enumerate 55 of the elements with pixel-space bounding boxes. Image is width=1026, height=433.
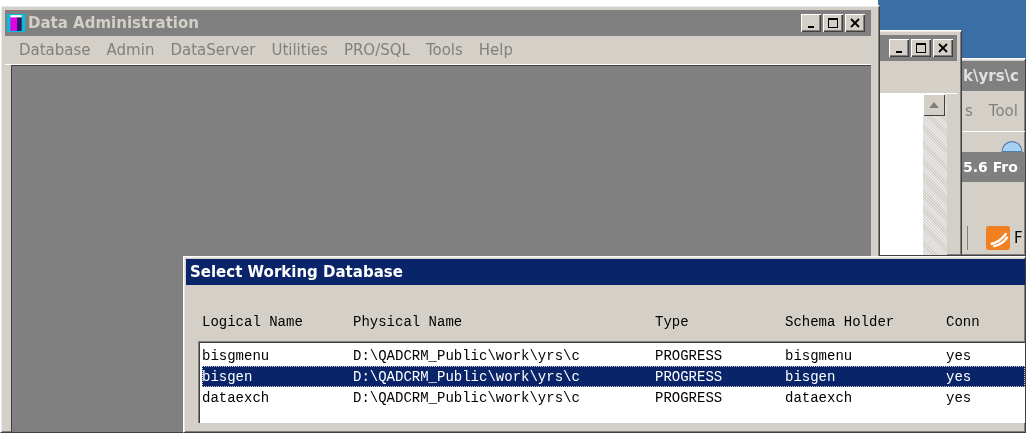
- minimize-button[interactable]: [801, 14, 821, 32]
- list-cell-text: bisgmenu: [785, 347, 854, 364]
- maximize-icon: [916, 43, 926, 53]
- close-icon: [850, 18, 860, 28]
- list-row[interactable]: dataexch D:\QADCRM_Public\work\yrs\c PROGRESS dataexch yes: [202, 387, 1025, 408]
- list-cell-text: PROGRESS: [655, 347, 724, 364]
- menu-item[interactable]: Tools: [425, 41, 463, 59]
- scroll-up-button[interactable]: [923, 94, 945, 116]
- menu-item[interactable]: Tool: [988, 102, 1018, 120]
- list-cell-text: dataexch: [202, 389, 271, 406]
- maximize-icon: [828, 18, 838, 28]
- list-cell-text: dataexch: [785, 389, 854, 406]
- item-label: F: [1014, 229, 1023, 247]
- database-icon: [7, 14, 25, 32]
- dialog-title: Select Working Database: [186, 259, 1025, 285]
- menu-item[interactable]: PRO/SQL: [343, 41, 410, 59]
- column-header: Schema Holder: [785, 314, 896, 330]
- column-header: Physical Name: [353, 314, 464, 330]
- list-cell-text: bisgen: [785, 368, 837, 385]
- list-cell-text: D:\QADCRM_Public\work\yrs\c: [353, 347, 581, 364]
- window-title: Data Administration: [28, 14, 200, 32]
- list-cell-text: PROGRESS: [655, 368, 724, 385]
- maximize-button[interactable]: [911, 39, 931, 57]
- list-row[interactable]: bisgmenu D:\QADCRM_Public\work\yrs\c PROGRESS bisgmenu yes: [202, 345, 1025, 366]
- scrollbar[interactable]: [923, 94, 947, 255]
- list-cell-text: D:\QADCRM_Public\work\yrs\c: [353, 389, 581, 406]
- window-title: 5.6 Fro: [961, 152, 1025, 182]
- close-button[interactable]: [845, 14, 865, 32]
- list-cell-text: bisgen: [202, 368, 254, 385]
- close-button[interactable]: [933, 39, 953, 57]
- menu-item[interactable]: Utilities: [271, 41, 328, 59]
- menu-item[interactable]: Help: [478, 41, 514, 59]
- list-cell-text: PROGRESS: [655, 389, 724, 406]
- menu-item[interactable]: DataServer: [170, 41, 256, 59]
- column-header: Logical Name: [202, 314, 304, 330]
- list-cell-text: yes: [946, 389, 973, 406]
- list-row[interactable]: bisgen D:\QADCRM_Public\work\yrs\c PROGRESS bisgen yes: [202, 366, 1025, 387]
- maximize-button[interactable]: [823, 14, 843, 32]
- list-cell-text: bisgmenu: [202, 347, 271, 364]
- minimize-icon: [896, 50, 902, 53]
- window-title: k\yrs\c: [961, 61, 1025, 91]
- app-icon: [986, 226, 1010, 250]
- menu-item[interactable]: Admin: [106, 41, 155, 59]
- minimize-icon: [808, 25, 814, 28]
- close-icon: [938, 43, 948, 53]
- up-arrow-icon: [929, 102, 939, 108]
- globe-icon: [1001, 140, 1023, 152]
- minimize-button[interactable]: [889, 39, 909, 57]
- column-header: Type: [655, 314, 690, 330]
- list-cell-text: yes: [946, 347, 973, 364]
- list-cell-text: yes: [946, 368, 973, 385]
- column-header: Conn: [946, 314, 981, 330]
- list-cell-text: D:\QADCRM_Public\work\yrs\c: [353, 368, 581, 385]
- menu-item[interactable]: Database: [19, 41, 91, 59]
- menu-item[interactable]: s: [965, 102, 973, 120]
